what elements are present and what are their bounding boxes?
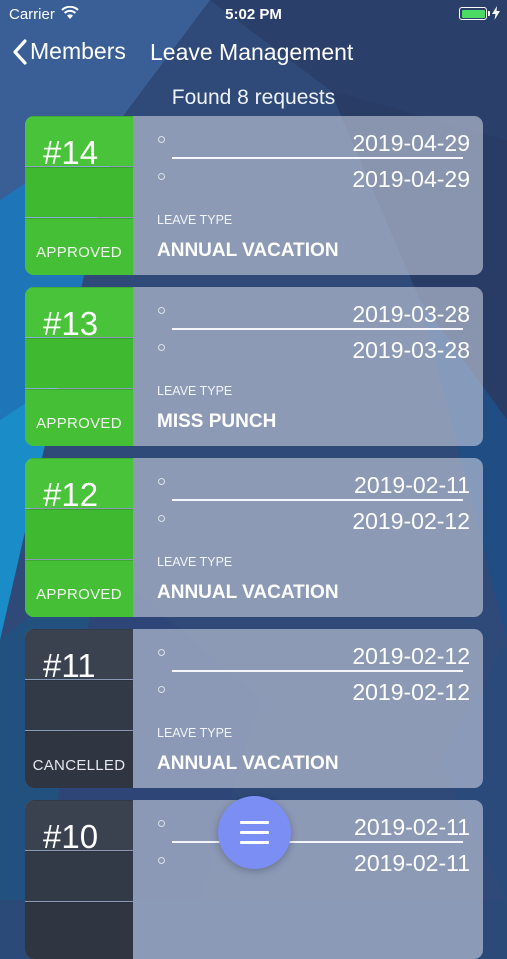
date-divider: [172, 328, 463, 330]
leave-type-value: ANNUAL VACATION: [157, 753, 339, 774]
date-divider: [172, 157, 463, 159]
start-dot-icon: [158, 307, 165, 314]
end-dot-icon: [158, 344, 165, 351]
menu-button[interactable]: [218, 796, 291, 869]
end-dot-icon: [158, 857, 165, 864]
leave-type-value: MISS PUNCH: [157, 411, 277, 432]
end-date: 2019-02-12: [352, 508, 470, 534]
start-dot-icon: [158, 478, 165, 485]
hamburger-menu-icon-bar: [240, 831, 269, 834]
request-card[interactable]: #13 APPROVED 2019-03-28 2019-03-28 LEAVE…: [25, 287, 483, 446]
end-dot-icon: [158, 515, 165, 522]
start-date: 2019-03-28: [352, 301, 470, 327]
start-date: 2019-02-11: [354, 472, 470, 498]
hamburger-menu-icon-bar: [240, 841, 269, 844]
status-badge: #10: [25, 800, 133, 959]
leave-type-label: LEAVE TYPE: [157, 726, 233, 740]
leave-type-label: LEAVE TYPE: [157, 555, 233, 569]
start-dot-icon: [158, 649, 165, 656]
status-badge: #11 CANCELLED: [25, 629, 133, 788]
request-card[interactable]: #12 APPROVED 2019-02-11 2019-02-12 LEAVE…: [25, 458, 483, 617]
start-dot-icon: [158, 136, 165, 143]
end-date: 2019-04-29: [352, 166, 470, 192]
end-date: 2019-02-11: [354, 850, 470, 876]
leave-type-label: LEAVE TYPE: [157, 384, 233, 398]
end-date: 2019-02-12: [352, 679, 470, 705]
end-dot-icon: [158, 686, 165, 693]
date-divider: [172, 499, 463, 501]
end-date: 2019-03-28: [352, 337, 470, 363]
request-status: APPROVED: [36, 586, 122, 603]
request-number: #12: [43, 476, 99, 513]
request-status: APPROVED: [36, 244, 122, 261]
date-divider: [172, 841, 463, 843]
start-date: 2019-04-29: [352, 130, 470, 156]
start-date: 2019-02-12: [352, 643, 470, 669]
request-number: #14: [43, 134, 99, 171]
leave-type-value: ANNUAL VACATION: [157, 240, 339, 261]
date-divider: [172, 670, 463, 672]
status-badge: #14 APPROVED: [25, 116, 133, 275]
request-number: #13: [43, 305, 99, 342]
leave-type-value: ANNUAL VACATION: [157, 582, 339, 603]
request-status: APPROVED: [36, 415, 122, 432]
start-date: 2019-02-11: [354, 814, 470, 840]
request-status: CANCELLED: [32, 757, 126, 774]
request-number: #11: [43, 647, 96, 684]
request-number: #10: [43, 818, 99, 855]
end-dot-icon: [158, 173, 165, 180]
status-badge: #13 APPROVED: [25, 287, 133, 446]
start-dot-icon: [158, 820, 165, 827]
leave-type-label: LEAVE TYPE: [157, 213, 233, 227]
request-card[interactable]: #11 CANCELLED 2019-02-12 2019-02-12 LEAV…: [25, 629, 483, 788]
request-list: #14 APPROVED 2019-04-29 2019-04-29 LEAVE…: [0, 0, 507, 959]
status-badge: #12 APPROVED: [25, 458, 133, 617]
request-card[interactable]: #14 APPROVED 2019-04-29 2019-04-29 LEAVE…: [25, 116, 483, 275]
hamburger-menu-icon: [240, 821, 269, 824]
